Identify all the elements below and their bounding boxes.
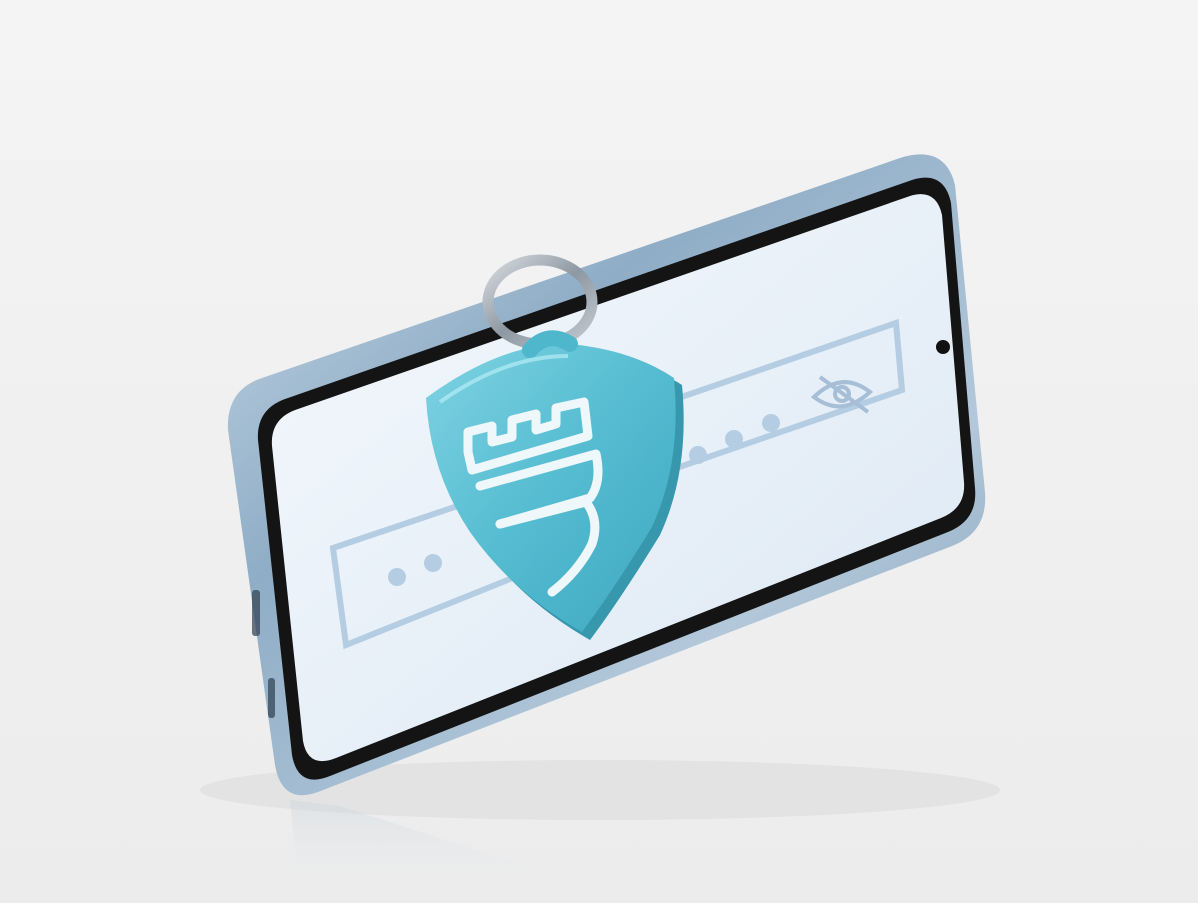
mask-dot [689,446,707,464]
side-button-upper [252,590,260,636]
mask-dot [424,554,442,572]
mask-dot [762,414,780,432]
camera-hole-icon [936,340,950,354]
scene [0,0,1198,903]
mask-dot [388,568,406,586]
side-button-lower [268,678,275,718]
mask-dot [725,430,743,448]
